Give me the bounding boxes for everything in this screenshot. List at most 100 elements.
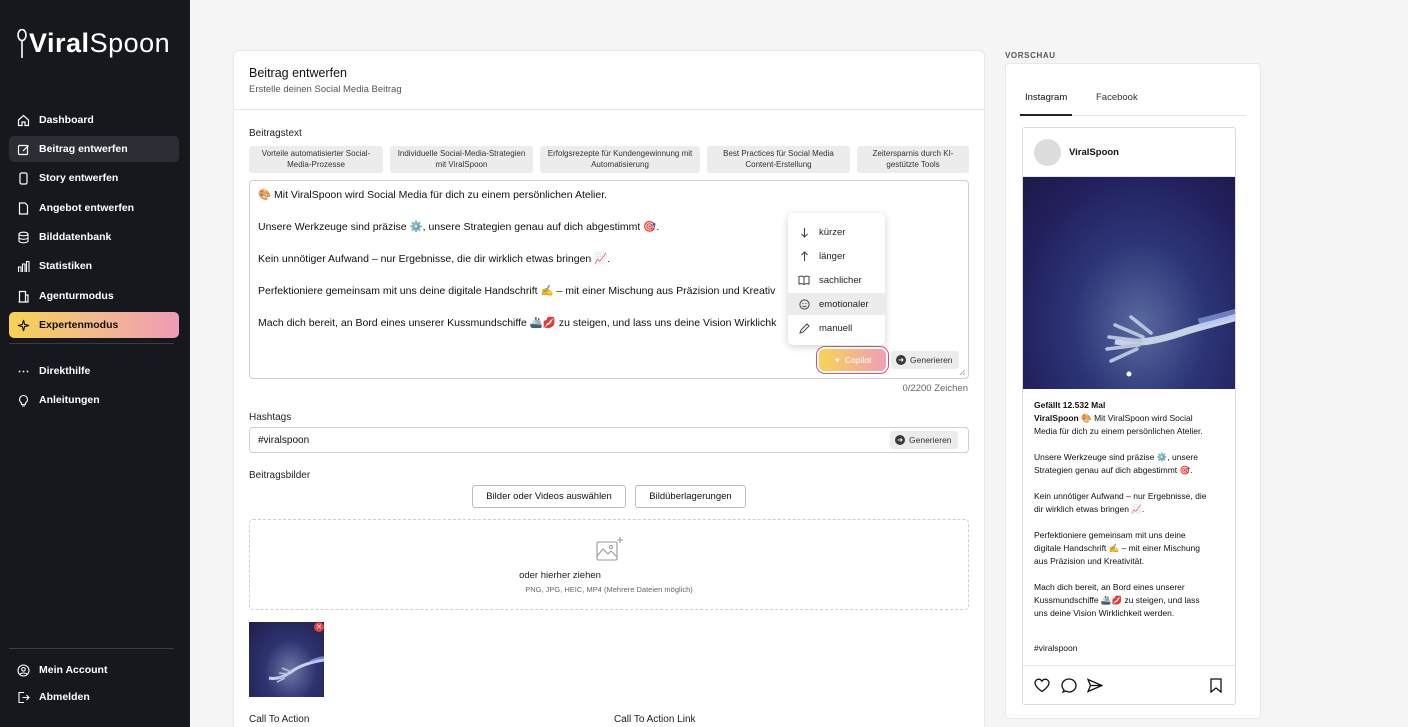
nav-label: Angebot entwerfen <box>39 202 135 214</box>
book-icon <box>798 275 810 285</box>
editor-card: Beitrag entwerfen Erstelle deinen Social… <box>233 50 985 727</box>
suggestion-chip[interactable]: Vorteile automatisierter Social-Media-Pr… <box>249 146 383 173</box>
nav-label: Bilddatenbank <box>39 231 112 243</box>
post-likes: Gefällt 12.532 Mal <box>1034 400 1106 410</box>
post-line: Unsere Werkzeuge sind präzise ⚙️, unsere… <box>258 221 660 233</box>
arrow-down-icon <box>798 227 810 238</box>
send-icon[interactable] <box>1087 678 1103 693</box>
menu-item-sachlicher[interactable]: sachlicher <box>788 269 885 291</box>
tab-facebook[interactable]: Facebook <box>1096 92 1138 103</box>
nav-label: Beitrag entwerfen <box>39 143 128 155</box>
select-media-button[interactable]: Bilder oder Videos auswählen <box>472 485 626 508</box>
post-header: ViralSpoon <box>1023 128 1235 177</box>
caption-line: Media für dich zu einem persönlichen Ate… <box>1034 426 1203 436</box>
generate-text-button[interactable]: ➜ Generieren <box>891 351 959 369</box>
nav-label: Story entwerfen <box>39 172 119 184</box>
logo[interactable]: Viral Spoon <box>16 28 170 59</box>
edit-icon <box>16 142 30 156</box>
editor-header: Beitrag entwerfen Erstelle deinen Social… <box>234 51 984 110</box>
sparkle-icon: ✦ <box>833 354 842 365</box>
hashtags-value: #viralspoon <box>258 435 310 446</box>
suggestion-chip[interactable]: Zeitersparnis durch KI-gestützte Tools <box>857 146 969 173</box>
smiley-icon <box>798 298 810 310</box>
nav-label: Abmelden <box>39 691 90 703</box>
nav-agenturmodus[interactable]: Agenturmodus <box>9 283 179 309</box>
robot-hand-image <box>268 656 324 683</box>
menu-item-emotionaler[interactable]: emotionaler <box>788 293 885 315</box>
nav-label: Mein Account <box>39 664 108 676</box>
arrow-right-icon: ➜ <box>895 435 905 445</box>
caption-line: Unsere Werkzeuge sind präzise ⚙️, unsere <box>1034 452 1198 462</box>
nav-anleitungen[interactable]: Anleitungen <box>9 387 179 413</box>
nav-direkthilfe[interactable]: Direkthilfe <box>9 358 179 384</box>
building-icon <box>16 289 30 303</box>
menu-item-kuerzer[interactable]: kürzer <box>788 221 885 243</box>
caption-line: uns deine Vision Wirklichkeit werden. <box>1034 608 1175 618</box>
lightbulb-icon <box>16 393 30 407</box>
dropzone-text: oder hierher ziehen <box>519 570 601 581</box>
nav-statistiken[interactable]: Statistiken <box>9 253 179 279</box>
image-overlays-button[interactable]: Bildüberlagerungen <box>635 485 746 508</box>
media-dropzone[interactable]: oder hierher ziehen PNG, JPG, HEIC, MP4 … <box>249 519 969 610</box>
nav-label: Statistiken <box>39 260 93 272</box>
document-icon <box>16 201 30 215</box>
image-thumbnail[interactable] <box>249 622 324 697</box>
nav-mein-account[interactable]: Mein Account <box>9 657 179 683</box>
nav-abmelden[interactable]: Abmelden <box>9 684 179 710</box>
char-counter: 0/2200 Zeichen <box>902 383 969 394</box>
robot-hand-image <box>1105 308 1235 377</box>
sidebar: Viral Spoon Dashboard Beitrag entwerfen … <box>0 0 190 727</box>
post-actions <box>1023 665 1235 704</box>
cta-label: Call To Action <box>249 714 310 725</box>
nav-bilddatenbank[interactable]: Bilddatenbank <box>9 224 179 250</box>
resize-handle-icon[interactable] <box>959 369 966 376</box>
generate-hashtags-button[interactable]: ➜ Generieren <box>890 431 958 449</box>
nav-angebot-entwerfen[interactable]: Angebot entwerfen <box>9 195 179 221</box>
generate-label: Generieren <box>909 435 952 445</box>
post-text-label: Beitragstext <box>249 128 302 139</box>
nav-expertenmodus[interactable]: Expertenmodus <box>9 312 179 338</box>
caption-line: dir wirklich etwas bringen 📈. <box>1034 504 1145 514</box>
remove-image-button[interactable]: ✕ <box>314 622 324 632</box>
caption-hashtag: #viralspoon <box>1034 643 1078 653</box>
image-add-icon <box>596 537 623 561</box>
menu-item-label: manuell <box>819 322 853 334</box>
dropzone-hint: PNG, JPG, HEIC, MP4 (Mehrere Dateien mög… <box>525 585 693 594</box>
menu-item-label: kürzer <box>819 226 846 238</box>
suggestion-chip[interactable]: Best Practices für Social Media Content-… <box>707 146 850 173</box>
sidebar-divider <box>9 648 174 649</box>
suggestion-chip[interactable]: Erfolgsrezepte für Kundengewinnung mit A… <box>540 146 700 173</box>
menu-item-manuell[interactable]: manuell <box>788 317 885 339</box>
nav-label: Dashboard <box>39 114 94 126</box>
nav-story-entwerfen[interactable]: Story entwerfen <box>9 165 179 191</box>
post-line: Kein unnötiger Aufwand – nur Ergebnisse,… <box>258 253 611 265</box>
heart-icon[interactable] <box>1034 678 1050 693</box>
nav-dashboard[interactable]: Dashboard <box>9 107 179 133</box>
hashtags-label: Hashtags <box>249 412 292 423</box>
instagram-post-preview: ViralSpoon Gefällt 12.532 Mal ViralSpoon… <box>1022 127 1236 705</box>
tab-instagram[interactable]: Instagram <box>1025 92 1067 103</box>
sidebar-divider <box>9 343 174 344</box>
nav-beitrag-entwerfen[interactable]: Beitrag entwerfen <box>9 136 179 162</box>
user-icon <box>16 663 30 677</box>
caption-text: Mit ViralSpoon wird Social <box>1094 413 1193 423</box>
spoon-icon <box>17 29 27 58</box>
bookmark-icon[interactable] <box>1209 678 1223 693</box>
logo-viral: Viral <box>29 28 90 58</box>
menu-item-label: emotionaler <box>819 298 869 310</box>
images-label: Beitragsbilder <box>249 470 311 481</box>
preview-card: Instagram Facebook ViralSpoon Gefällt 12… <box>1005 63 1261 719</box>
arrow-right-icon: ➜ <box>896 355 906 365</box>
caption-line: Kussmundschiffe 🚢💋 zu steigen, und lass <box>1034 595 1200 605</box>
menu-item-laenger[interactable]: länger <box>788 245 885 267</box>
hashtags-input[interactable]: #viralspoon ➜ Generieren <box>249 427 969 453</box>
caption-emoji: 🎨 <box>1081 413 1092 423</box>
copilot-menu: kürzer länger sachlicher emotionaler man… <box>788 213 885 345</box>
tab-active-indicator <box>1020 114 1072 116</box>
caption-line: Kein unnötiger Aufwand – nur Ergebnisse,… <box>1034 491 1207 501</box>
logo-spoon: Spoon <box>89 28 171 58</box>
copilot-button[interactable]: ✦ Copilot <box>819 349 886 371</box>
caption-line: Mach dich bereit, an Bord eines unserer <box>1034 582 1185 592</box>
suggestion-chip[interactable]: Individuelle Social-Media-Strategien mit… <box>390 146 533 173</box>
comment-icon[interactable] <box>1061 678 1077 693</box>
